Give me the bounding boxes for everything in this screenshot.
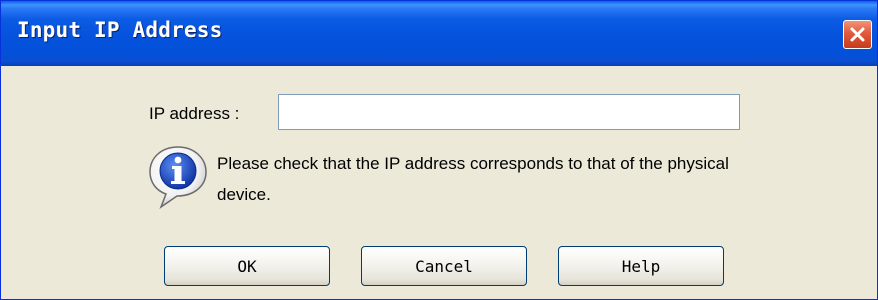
title-bar[interactable]: Input IP Address bbox=[1, 1, 877, 66]
cancel-button[interactable]: Cancel bbox=[361, 246, 527, 286]
close-icon bbox=[850, 27, 865, 42]
info-icon bbox=[149, 146, 207, 209]
ip-address-input[interactable] bbox=[278, 94, 740, 130]
info-message: Please check that the IP address corresp… bbox=[217, 154, 729, 204]
close-button[interactable] bbox=[843, 20, 872, 49]
help-button[interactable]: Help bbox=[558, 246, 724, 286]
ip-address-label: IP address : bbox=[149, 104, 240, 123]
dialog-window: Input IP Address IP address : Please che… bbox=[0, 0, 878, 300]
ok-button[interactable]: OK bbox=[164, 246, 330, 286]
window-title: Input IP Address bbox=[17, 18, 223, 42]
dialog-body: IP address : Please check that the IP ad… bbox=[4, 66, 874, 296]
